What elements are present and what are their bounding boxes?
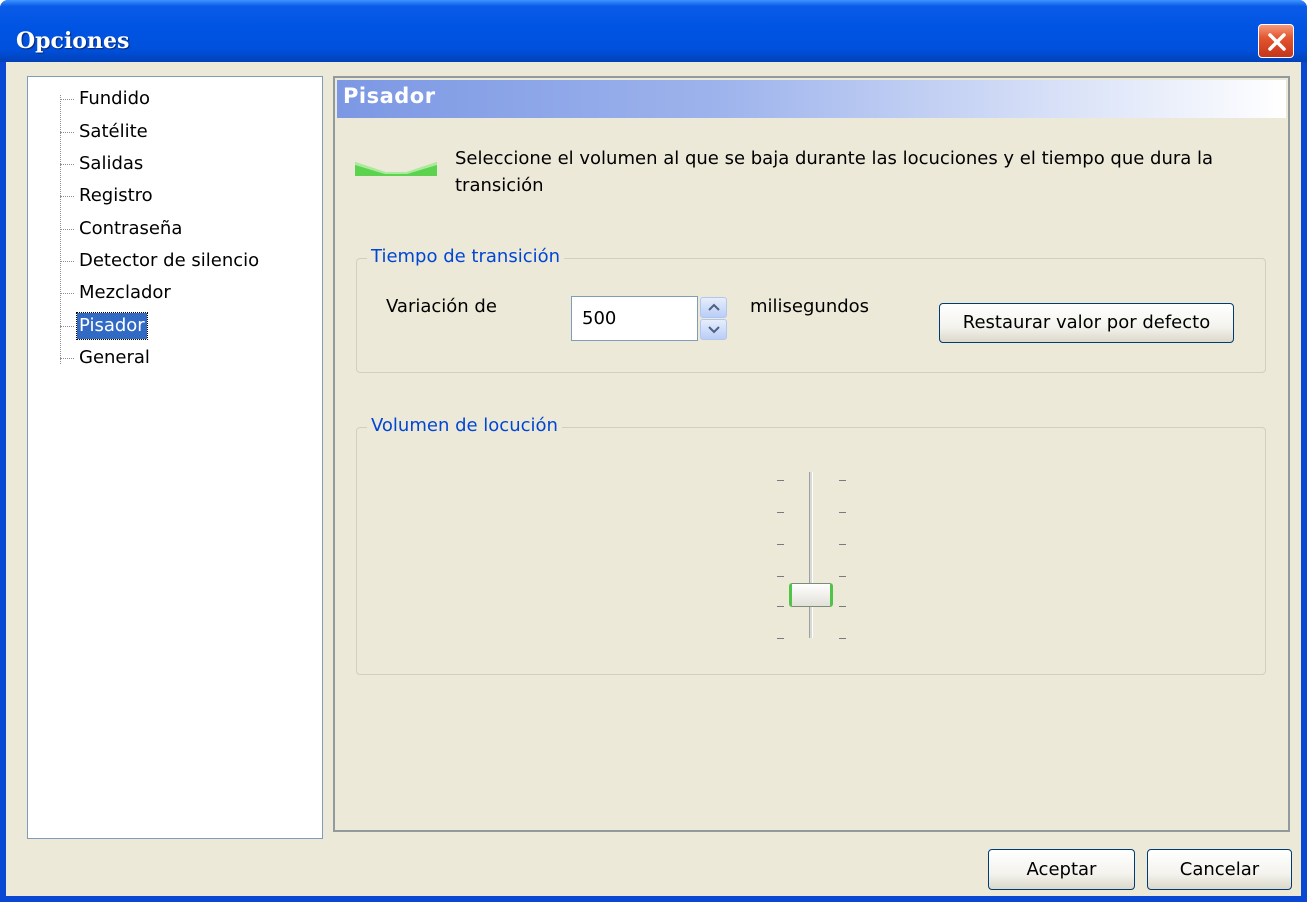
tree-connector	[60, 164, 74, 165]
options-window: Opciones Fundido Satélite Salidas Regist…	[0, 0, 1307, 902]
slider-tick	[777, 512, 784, 513]
tree-connector	[60, 229, 74, 230]
tree-connector	[60, 99, 74, 100]
tree-connector	[60, 326, 74, 327]
tree-item-label: Satélite	[79, 121, 148, 142]
tree-item-mezclador[interactable]: Mezclador	[28, 279, 318, 307]
slider-tick	[839, 544, 846, 545]
restore-default-button[interactable]: Restaurar valor por defecto	[939, 303, 1234, 343]
slider-tick	[839, 576, 846, 577]
tree-item-label: Registro	[79, 185, 153, 206]
tree-connector	[60, 293, 74, 294]
tree-item-fundido[interactable]: Fundido	[28, 85, 318, 113]
tree-item-label: Contraseña	[79, 218, 183, 239]
title-bar[interactable]: Opciones	[0, 0, 1307, 62]
cancel-button[interactable]: Cancelar	[1147, 849, 1292, 890]
transition-time-group: Tiempo de transición Variación de 500 mi…	[356, 245, 1266, 373]
tree-item-contrasena[interactable]: Contraseña	[28, 215, 318, 243]
tree-item-general[interactable]: General	[28, 344, 318, 372]
voice-volume-group: Volumen de locución	[356, 414, 1266, 675]
tree-item-pisador[interactable]: Pisador	[28, 312, 318, 340]
variation-label: Variación de	[386, 296, 497, 317]
slider-tick	[839, 480, 846, 481]
slider-tick	[777, 606, 784, 607]
slider-tick	[777, 544, 784, 545]
close-icon	[1268, 33, 1286, 51]
tree-item-satelite[interactable]: Satélite	[28, 118, 318, 146]
slider-thumb[interactable]	[789, 583, 833, 607]
tree-item-label: Mezclador	[79, 282, 171, 303]
slider-tick	[839, 512, 846, 513]
transition-spinner[interactable]	[699, 296, 727, 341]
close-button[interactable]	[1258, 24, 1294, 58]
tree-item-label: Pisador	[76, 312, 148, 340]
tree-item-detector-de-silencio[interactable]: Detector de silencio	[28, 247, 318, 275]
volume-slider[interactable]	[769, 466, 849, 646]
arrow-down-icon	[708, 326, 720, 334]
tree-connector	[60, 132, 74, 133]
tree-item-salidas[interactable]: Salidas	[28, 150, 318, 178]
spin-up-button[interactable]	[700, 297, 727, 318]
slider-tick	[777, 480, 784, 481]
slider-tick	[777, 638, 784, 639]
tree-item-label: Detector de silencio	[79, 250, 260, 271]
transition-ms-input[interactable]: 500	[571, 296, 698, 341]
slider-tick	[777, 576, 784, 577]
tree-item-label: General	[79, 347, 150, 368]
panel-header: Pisador	[337, 80, 1286, 118]
slider-track	[809, 472, 813, 638]
tree-connector	[60, 196, 74, 197]
panel-title: Pisador	[343, 84, 436, 108]
tree-item-label: Fundido	[79, 88, 151, 109]
unit-label: milisegundos	[750, 296, 870, 317]
arrow-up-icon	[708, 303, 720, 311]
accept-button[interactable]: Aceptar	[988, 849, 1135, 890]
tree-item-registro[interactable]: Registro	[28, 182, 318, 210]
tree-connector	[60, 358, 74, 359]
slider-tick	[839, 606, 846, 607]
ducking-icon	[355, 162, 437, 176]
tree-connector	[60, 261, 74, 262]
settings-panel: Pisador Seleccione el volumen al que se …	[333, 76, 1290, 832]
group-legend: Volumen de locución	[367, 414, 562, 438]
panel-description: Seleccione el volumen al que se baja dur…	[455, 148, 1214, 196]
options-tree[interactable]: Fundido Satélite Salidas Registro Contra…	[27, 76, 323, 839]
window-title: Opciones	[16, 28, 130, 54]
group-legend: Tiempo de transición	[367, 245, 565, 269]
slider-tick	[839, 638, 846, 639]
tree-item-label: Salidas	[79, 153, 144, 174]
spin-down-button[interactable]	[700, 319, 727, 340]
